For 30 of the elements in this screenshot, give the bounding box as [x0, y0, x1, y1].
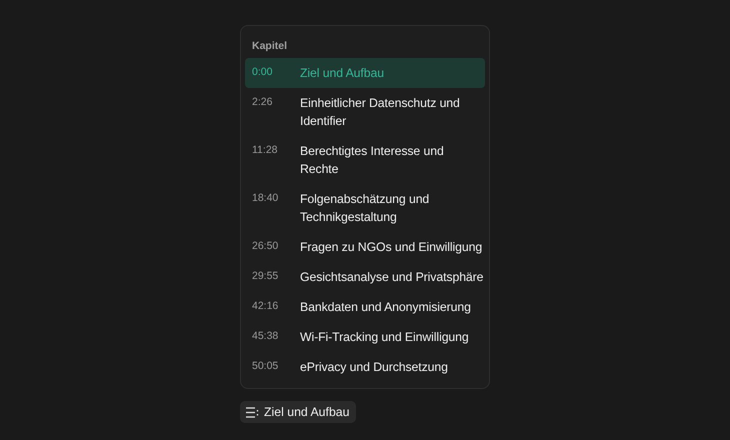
chapter-time: 11:28 — [252, 143, 278, 158]
chapter-time: 42:16 — [252, 299, 278, 314]
chapter-time: 18:40 — [252, 191, 278, 206]
chapter-time: 29:55 — [252, 269, 278, 284]
chapter-item[interactable]: 0:00 Ziel und Aufbau — [245, 58, 485, 88]
chapter-item[interactable]: 50:05 ePrivacy und Durchsetzung — [245, 352, 485, 382]
chapter-item[interactable]: 26:50 Fragen zu NGOs und Einwilligung — [245, 232, 485, 262]
chapter-item[interactable]: 42:16 Bankdaten und Anonymisierung — [245, 292, 485, 322]
chapter-item[interactable]: 2:26 Einheitlicher Datenschutz und Identifier — [245, 88, 485, 136]
chapter-item[interactable]: 11:28 Berechtigtes Interesse und Rechte — [245, 136, 485, 184]
chapter-item[interactable]: 45:38 Wi-Fi-Tracking und Einwilligung — [245, 322, 485, 352]
chapter-time: 26:50 — [252, 239, 278, 254]
chapter-title: Bankdaten und Anonymisierung — [300, 299, 472, 316]
chapter-button[interactable]: Ziel und Aufbau — [240, 401, 356, 423]
chapter-title: Wi-Fi-Tracking und Einwilligung — [300, 329, 470, 346]
chapter-item[interactable]: 18:40 Folgenabschätzung und Technikgestaltung — [245, 184, 485, 232]
chapter-title: ePrivacy und Durchsetzung — [300, 359, 449, 376]
chapter-title: Ziel und Aufbau — [300, 65, 385, 82]
chapter-item[interactable]: 29:55 Gesichtsanalyse und Privatsphäre — [245, 262, 485, 292]
chapter-time: 50:05 — [252, 359, 278, 374]
chapter-title: Folgenabschätzung und Technikgestaltung — [300, 191, 430, 226]
chapter-title: Fragen zu NGOs und Einwilligung — [300, 239, 484, 256]
panel-title: Kapitel — [251, 40, 288, 54]
chapter-time: 0:00 — [252, 65, 272, 80]
chapter-title: Gesichtsanalyse und Privatsphäre — [300, 269, 484, 286]
list-icon — [246, 406, 259, 418]
chapter-title: Berechtigtes Interesse und Rechte — [300, 143, 445, 178]
chapter-time: 2:26 — [252, 95, 272, 110]
chapter-time: 45:38 — [252, 329, 278, 344]
chapter-title: Einheitlicher Datenschutz und Identifier — [300, 95, 461, 130]
